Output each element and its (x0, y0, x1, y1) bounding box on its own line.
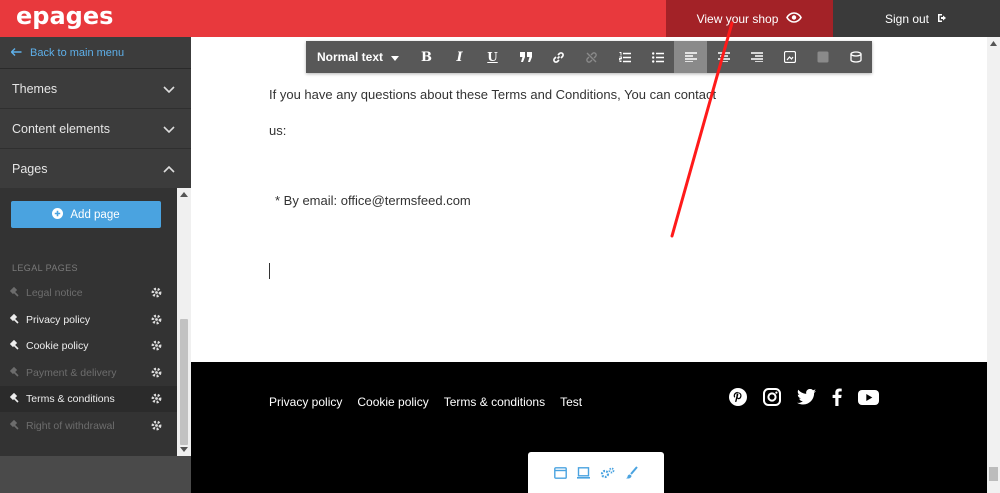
sidebar-section-content-elements[interactable]: Content elements (0, 109, 191, 149)
sidebar-scrollbar-thumb[interactable] (180, 319, 188, 445)
gear-icon[interactable] (151, 287, 162, 301)
view-your-shop-button[interactable]: View your shop (666, 0, 833, 37)
text-format-label: Normal text (316, 50, 384, 64)
bullet-list-icon[interactable] (641, 41, 674, 73)
social-links (729, 388, 879, 406)
page-item-legal-notice[interactable]: Legal notice (0, 280, 177, 306)
page-item-label: Privacy policy (26, 314, 91, 326)
page-scrollbar-thumb[interactable] (989, 467, 998, 481)
align-left-icon[interactable] (674, 41, 707, 73)
sign-out-icon (937, 12, 948, 26)
unlink-icon[interactable] (575, 41, 608, 73)
gavel-icon (9, 313, 20, 327)
paint-brush-icon[interactable] (625, 466, 638, 479)
page-item-label: Cookie policy (26, 340, 89, 352)
laptop-view-icon[interactable] (577, 466, 590, 479)
footer-link-cookie-policy[interactable]: Cookie policy (357, 395, 428, 409)
gear-icon[interactable] (151, 420, 162, 434)
sidebar: Back to main menu Themes Content element… (0, 37, 191, 493)
pinterest-icon[interactable] (729, 388, 747, 406)
section-label: Themes (12, 81, 58, 96)
eye-icon (786, 11, 803, 26)
content-line[interactable]: If you have any questions about these Te… (269, 87, 716, 102)
pages-list: Add page LEGAL PAGES Legal notice Privac… (0, 188, 177, 456)
plus-circle-icon (52, 207, 64, 222)
page-item-label: Terms & conditions (26, 393, 115, 405)
gavel-icon (9, 392, 20, 406)
footer-link-test[interactable]: Test (560, 395, 582, 409)
scroll-up-arrow-icon[interactable] (180, 192, 188, 197)
page-item-label: Legal notice (26, 287, 83, 299)
legal-pages-heading: LEGAL PAGES (12, 263, 78, 273)
page-item-label: Payment & delivery (26, 367, 117, 379)
ordered-list-icon[interactable] (608, 41, 641, 73)
desktop-view-icon[interactable] (554, 466, 567, 479)
pages-panel: Add page LEGAL PAGES Legal notice Privac… (0, 188, 177, 493)
page-item-right-of-withdrawal[interactable]: Right of withdrawal (0, 413, 177, 439)
top-bar: epages View your shop Sign out (0, 0, 1000, 37)
editor-toolbar: Normal text B I U (306, 41, 872, 73)
chevron-down-icon (163, 122, 175, 136)
add-page-button[interactable]: Add page (11, 201, 161, 228)
quote-icon[interactable] (509, 41, 542, 73)
italic-icon[interactable]: I (443, 41, 476, 73)
page-item-terms-conditions[interactable]: Terms & conditions (0, 386, 177, 412)
twitter-icon[interactable] (797, 389, 816, 405)
settings-cogs-icon[interactable] (600, 467, 615, 479)
scroll-up-arrow-icon[interactable] (990, 41, 997, 46)
arrow-left-icon (10, 47, 22, 59)
epages-logo[interactable]: epages (16, 2, 113, 30)
scroll-down-arrow-icon[interactable] (180, 447, 188, 452)
footer-links: Privacy policy Cookie policy Terms & con… (269, 395, 582, 409)
chevron-down-icon (163, 82, 175, 96)
sidebar-section-pages[interactable]: Pages (0, 149, 191, 189)
page-item-cookie-policy[interactable]: Cookie policy (0, 333, 177, 359)
section-label: Pages (12, 161, 48, 176)
page-scrollbar[interactable] (987, 37, 1000, 493)
underline-icon[interactable]: U (476, 41, 509, 73)
instagram-icon[interactable] (763, 388, 781, 406)
sign-out-label: Sign out (884, 11, 930, 26)
align-right-icon[interactable] (740, 41, 773, 73)
content-line[interactable]: us: (269, 123, 286, 138)
gear-icon[interactable] (151, 340, 162, 354)
chevron-up-icon (163, 162, 175, 176)
view-your-shop-label: View your shop (696, 11, 779, 26)
text-caret (269, 263, 270, 279)
footer-link-terms-conditions[interactable]: Terms & conditions (444, 395, 545, 409)
gear-icon[interactable] (151, 367, 162, 381)
editor-content[interactable]: If you have any questions about these Te… (191, 37, 987, 362)
sidebar-scrollbar[interactable] (177, 188, 191, 456)
source-icon[interactable] (839, 41, 872, 73)
gavel-icon (9, 419, 20, 433)
gear-icon[interactable] (151, 393, 162, 407)
bold-icon[interactable]: B (410, 41, 443, 73)
facebook-icon[interactable] (832, 388, 842, 406)
align-center-icon[interactable] (707, 41, 740, 73)
gear-icon[interactable] (151, 314, 162, 328)
section-label: Content elements (12, 121, 110, 136)
add-page-label: Add page (70, 208, 120, 221)
sidebar-section-themes[interactable]: Themes (0, 69, 191, 109)
back-to-main-menu-link[interactable]: Back to main menu (0, 37, 191, 69)
content-line[interactable]: * By email: office@termsfeed.com (275, 193, 471, 208)
bottom-view-tray (528, 452, 664, 493)
gavel-icon (9, 366, 20, 380)
page-item-privacy-policy[interactable]: Privacy policy (0, 307, 177, 333)
gavel-icon (9, 286, 20, 300)
caret-down-icon (391, 50, 400, 64)
footer-link-privacy-policy[interactable]: Privacy policy (269, 395, 342, 409)
sign-out-button[interactable]: Sign out (833, 0, 1000, 37)
image-icon[interactable] (773, 41, 806, 73)
back-to-main-menu-label: Back to main menu (30, 46, 125, 59)
page-item-payment-delivery[interactable]: Payment & delivery (0, 360, 177, 386)
link-icon[interactable] (542, 41, 575, 73)
sidebar-bottom (0, 456, 191, 493)
gavel-icon (9, 339, 20, 353)
youtube-icon[interactable] (858, 389, 879, 405)
image-disabled-icon[interactable] (806, 41, 839, 73)
page-item-label: Right of withdrawal (26, 420, 115, 432)
text-format-dropdown[interactable]: Normal text (306, 41, 410, 73)
